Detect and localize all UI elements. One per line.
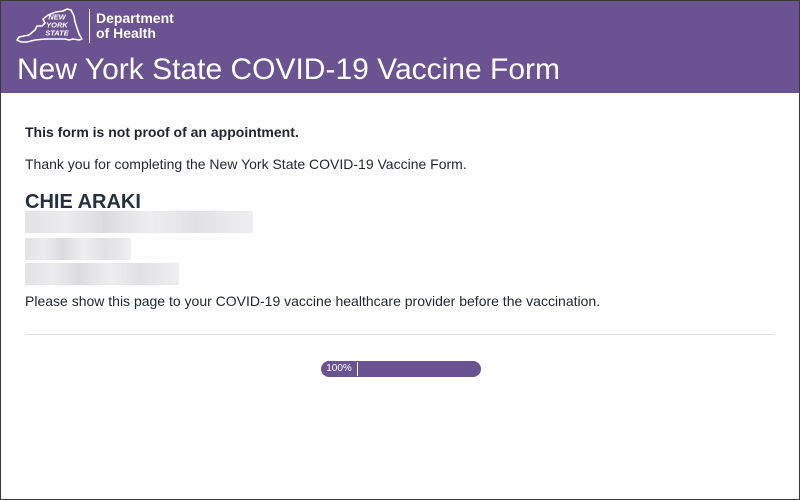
redacted-detail-line-1 — [25, 211, 253, 233]
department-name: Department of Health — [96, 11, 174, 41]
nys-doh-logo[interactable]: NEW YORK STATE Department of Health — [15, 6, 174, 46]
form-progress-bar: 100% — [321, 361, 481, 377]
department-line-2: of Health — [96, 25, 156, 41]
logo-divider — [89, 9, 90, 43]
department-line-1: Department — [96, 10, 174, 26]
page-frame: NEW YORK STATE Department of Health New … — [0, 0, 800, 500]
provider-instruction: Please show this page to your COVID-19 v… — [25, 293, 601, 309]
redacted-detail-line-2 — [25, 238, 131, 260]
section-divider — [25, 334, 775, 335]
header-banner: NEW YORK STATE Department of Health New … — [1, 1, 799, 93]
progress-label-separator — [357, 362, 358, 376]
redacted-detail-line-3 — [25, 263, 179, 285]
progress-label: 100% — [326, 363, 352, 374]
thank-you-message: Thank you for completing the New York St… — [25, 156, 467, 172]
page-title: New York State COVID-19 Vaccine Form — [17, 53, 560, 86]
appointment-notice: This form is not proof of an appointment… — [25, 124, 299, 140]
logo-text-state: STATE — [45, 29, 69, 38]
new-york-state-logo-icon: NEW YORK STATE — [16, 8, 83, 43]
